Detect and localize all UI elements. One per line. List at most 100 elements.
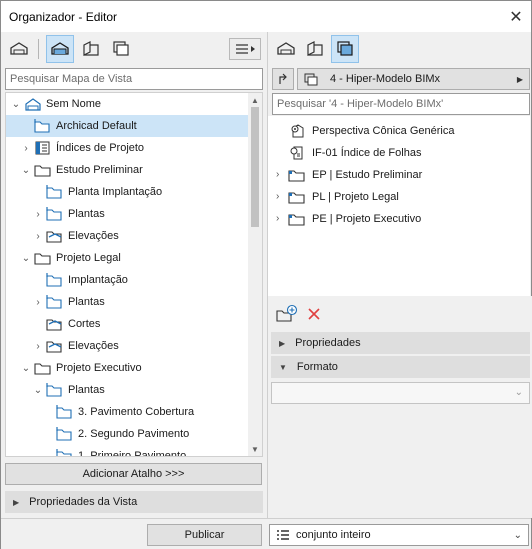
properties-label: Propriedades <box>295 337 361 349</box>
options-menu-button[interactable] <box>229 38 261 60</box>
right-panel: 4 - Hiper-Modelo BIMx ▶ Perspectiva Côni… <box>267 32 532 518</box>
tree-item-label: Estudo Preliminar <box>56 164 143 176</box>
format-section[interactable]: ▼ Formato <box>271 356 530 378</box>
view-properties-section[interactable]: ▶ Propriedades da Vista <box>5 491 263 513</box>
folder-icon <box>34 253 51 265</box>
publish-scope-select[interactable]: conjunto inteiro ⌄ <box>269 524 529 546</box>
right-publisher-sets-button[interactable] <box>331 35 359 63</box>
chevron-right-icon[interactable]: › <box>32 208 44 220</box>
tree-item[interactable]: ⌄ Plantas <box>6 379 248 401</box>
publish-button[interactable]: Publicar <box>147 524 262 546</box>
elevation-icon <box>46 231 62 243</box>
tree-item[interactable]: › Plantas <box>6 203 248 225</box>
index-icon <box>35 141 50 155</box>
collapse-icon: ▼ <box>279 362 287 372</box>
subset-folder-icon <box>288 192 305 204</box>
close-icon[interactable]: ✕ <box>501 1 531 32</box>
chevron-down-icon[interactable]: ⌄ <box>20 252 32 264</box>
tree-item[interactable]: ⌄ Projeto Executivo <box>6 357 248 379</box>
new-folder-button[interactable] <box>276 304 298 324</box>
publisher-item[interactable]: › PE | Projeto Executivo <box>268 208 530 230</box>
tree-scrollbar[interactable]: ▲ ▼ <box>248 93 262 456</box>
chevron-right-icon: ▶ <box>516 74 523 84</box>
scroll-up-icon[interactable]: ▲ <box>248 93 262 107</box>
right-layout-book-button[interactable] <box>301 35 329 63</box>
publisher-item[interactable]: IF-01 Índice de Folhas <box>268 142 530 164</box>
publisher-search-input[interactable] <box>272 93 530 115</box>
delete-button[interactable] <box>306 306 324 324</box>
project-map-icon <box>277 42 295 55</box>
right-toolbar <box>268 32 531 66</box>
tree-item[interactable]: Planta Implantação <box>6 181 248 203</box>
navigate-up-button[interactable] <box>272 68 294 90</box>
chevron-right-icon[interactable]: › <box>20 142 32 154</box>
left-toolbar <box>1 32 267 66</box>
tree-item-label: Plantas <box>68 384 105 396</box>
publisher-item[interactable]: › PL | Projeto Legal <box>268 186 530 208</box>
tree-item[interactable]: › Índices de Projeto <box>6 137 248 159</box>
publisher-set-selector[interactable]: 4 - Hiper-Modelo BIMx ▶ <box>297 68 530 90</box>
publisher-item-label: IF-01 Índice de Folhas <box>312 147 422 159</box>
publisher-item[interactable]: › EP | Estudo Preliminar <box>268 164 530 186</box>
publisher-set-navigator: 4 - Hiper-Modelo BIMx ▶ <box>272 68 530 90</box>
tree-item[interactable]: 3. Pavimento Cobertura <box>6 401 248 423</box>
tree-item[interactable]: › Plantas <box>6 291 248 313</box>
tree-item[interactable]: ⌄ Sem Nome <box>6 93 248 115</box>
tree-item[interactable]: › Elevações <box>6 335 248 357</box>
tree-item[interactable]: › Elevações <box>6 225 248 247</box>
chevron-right-icon[interactable]: › <box>32 340 44 352</box>
view-map-button[interactable] <box>46 35 74 63</box>
publisher-tree: Perspectiva Cônica Genérica IF-01 Índice … <box>268 116 530 296</box>
folder-view-icon <box>46 273 62 287</box>
right-project-map-button[interactable] <box>272 35 300 63</box>
publisher-item-label: PL | Projeto Legal <box>312 191 399 203</box>
publisher-set-name: 4 - Hiper-Modelo BIMx <box>330 73 441 85</box>
section-icon <box>46 319 62 331</box>
tree-item[interactable]: ⌄ Projeto Legal <box>6 247 248 269</box>
chevron-right-icon[interactable]: › <box>32 230 44 242</box>
folder-view-icon <box>46 207 62 221</box>
chevron-down-icon[interactable]: ⌄ <box>20 164 32 176</box>
publisher-sets-button[interactable] <box>107 35 135 63</box>
view-map-search-input[interactable] <box>5 68 263 90</box>
expand-icon: ▶ <box>13 497 20 507</box>
publisher-item-label: EP | Estudo Preliminar <box>312 169 423 181</box>
folder-view-icon <box>46 295 62 309</box>
format-label: Formato <box>296 361 338 373</box>
tree-item-label: Implantação <box>68 274 128 286</box>
delete-icon <box>308 308 320 320</box>
chevron-right-icon[interactable]: › <box>276 191 279 202</box>
folder-icon <box>34 363 51 375</box>
tree-item-label: 1. Primeiro Pavimento <box>78 450 187 457</box>
layout-book-icon <box>307 41 323 56</box>
chevron-right-icon[interactable]: › <box>32 296 44 308</box>
chevron-down-icon: ⌄ <box>514 387 523 398</box>
chevron-down-icon[interactable]: ⌄ <box>20 362 32 374</box>
layout-book-button[interactable] <box>77 35 105 63</box>
publisher-item-label: PE | Projeto Executivo <box>312 213 422 225</box>
chevron-right-icon[interactable]: › <box>276 213 279 224</box>
tree-item[interactable]: Implantação <box>6 269 248 291</box>
folder-view-icon <box>56 427 72 441</box>
format-dropdown[interactable]: ⌄ <box>271 382 530 404</box>
chevron-right-icon[interactable]: › <box>276 169 279 180</box>
scroll-down-icon[interactable]: ▼ <box>248 442 262 456</box>
tree-item-label: Elevações <box>68 340 119 352</box>
tree-item[interactable]: 1. Primeiro Pavimento <box>6 445 248 457</box>
expand-icon: ▶ <box>279 338 286 348</box>
tree-item[interactable]: Archicad Default <box>6 115 248 137</box>
chevron-down-icon[interactable]: ⌄ <box>32 384 44 396</box>
add-shortcut-button[interactable]: Adicionar Atalho >>> <box>5 463 262 485</box>
publisher-item-label: Perspectiva Cônica Genérica <box>312 125 455 137</box>
subset-folder-icon <box>288 170 305 182</box>
tree-item[interactable]: Cortes <box>6 313 248 335</box>
project-map-button[interactable] <box>5 35 33 63</box>
perspective-icon <box>291 124 304 138</box>
tree-item[interactable]: 2. Segundo Pavimento <box>6 423 248 445</box>
tree-item-label: Sem Nome <box>46 98 102 110</box>
publisher-item[interactable]: Perspectiva Cônica Genérica <box>268 120 530 142</box>
scroll-thumb[interactable] <box>251 107 259 227</box>
tree-item[interactable]: ⌄ Estudo Preliminar <box>6 159 248 181</box>
properties-section[interactable]: ▶ Propriedades <box>271 332 530 354</box>
chevron-down-icon[interactable]: ⌄ <box>10 98 22 110</box>
